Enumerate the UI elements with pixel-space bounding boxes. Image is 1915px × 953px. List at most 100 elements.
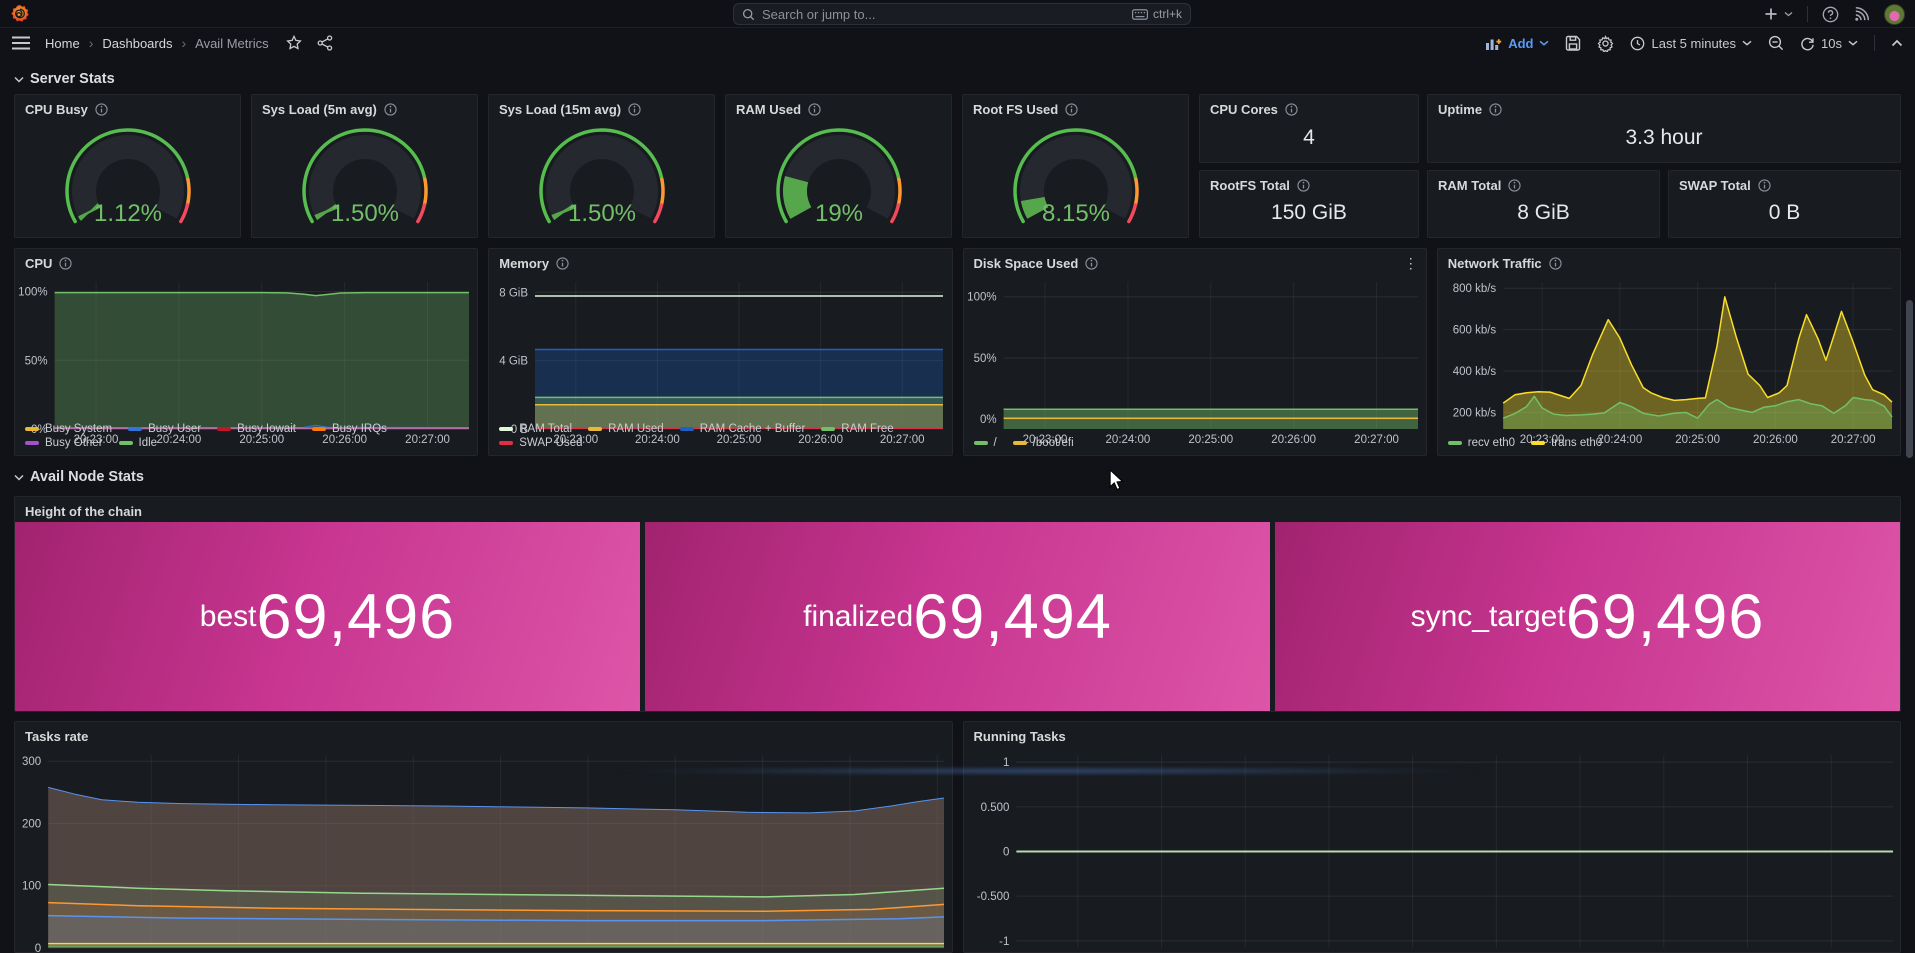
panel-ram-used[interactable]: RAM Used 19%: [725, 94, 952, 238]
scrollbar-thumb[interactable]: [1906, 300, 1913, 458]
stat-best[interactable]: best69,496: [15, 522, 640, 711]
legend-item[interactable]: Busy Iowait: [217, 423, 296, 435]
info-icon[interactable]: [59, 257, 72, 270]
info-icon[interactable]: [1489, 103, 1502, 116]
info-icon[interactable]: [1297, 179, 1310, 192]
stat-finalized[interactable]: finalized69,494: [645, 522, 1270, 711]
memory-chart[interactable]: 20:23:0020:24:0020:25:0020:26:0020:27:00…: [489, 274, 951, 422]
legend-item[interactable]: Busy System: [25, 423, 112, 435]
legend-item[interactable]: RAM Used: [588, 423, 664, 435]
panel-chain-height[interactable]: Height of the chain best69,496 finalized…: [14, 496, 1901, 712]
section-avail-node-stats[interactable]: Avail Node Stats: [0, 456, 1915, 492]
info-icon[interactable]: [1085, 257, 1098, 270]
legend-item[interactable]: /boot/efi: [1013, 437, 1074, 449]
legend-item[interactable]: Busy User: [128, 423, 201, 435]
panel-rootfs-total[interactable]: RootFS Total 150 GiB: [1199, 170, 1419, 239]
panel-title[interactable]: Sys Load (5m avg): [262, 102, 377, 117]
panel-title[interactable]: Memory: [499, 256, 549, 271]
panel-running-tasks[interactable]: Running Tasks 10.5000-0.500-1: [963, 721, 1902, 953]
panel-network-traffic[interactable]: Network Traffic 20:23:0020:24:0020:25:00…: [1437, 248, 1901, 456]
stat-sync-target[interactable]: sync_target69,496: [1275, 522, 1900, 711]
info-icon[interactable]: [95, 103, 108, 116]
collapse-up-icon[interactable]: [1891, 39, 1903, 47]
tasks-rate-chart[interactable]: 0100200300: [15, 747, 952, 952]
info-icon[interactable]: [628, 103, 641, 116]
user-avatar[interactable]: [1884, 4, 1905, 25]
panel-sys-load-15m[interactable]: Sys Load (15m avg) 1.50%: [488, 94, 715, 238]
help-icon[interactable]: [1822, 6, 1839, 23]
panel-title[interactable]: Sys Load (15m avg): [499, 102, 621, 117]
panel-title[interactable]: Tasks rate: [25, 729, 88, 744]
panel-title[interactable]: CPU: [25, 256, 52, 271]
panel-title[interactable]: Network Traffic: [1448, 256, 1542, 271]
cpu-chart[interactable]: 20:23:0020:24:0020:25:0020:26:0020:27:00…: [15, 274, 477, 422]
panel-title[interactable]: RAM Used: [736, 102, 801, 117]
save-icon[interactable]: [1565, 35, 1581, 51]
legend-item[interactable]: /: [974, 437, 997, 449]
panel-title[interactable]: Uptime: [1438, 102, 1482, 117]
panel-title[interactable]: SWAP Total: [1679, 178, 1751, 193]
info-icon[interactable]: [1758, 179, 1771, 192]
panel-root-fs-used[interactable]: Root FS Used 8.15%: [962, 94, 1189, 238]
legend-item[interactable]: SWAP Used: [499, 437, 582, 449]
panel-cpu-busy[interactable]: CPU Busy 1.12%: [14, 94, 241, 238]
zoom-out-icon[interactable]: [1768, 35, 1784, 51]
search-input[interactable]: Search or jump to... ctrl+k: [733, 3, 1191, 25]
new-button[interactable]: [1764, 7, 1793, 21]
section-server-stats[interactable]: Server Stats: [0, 58, 1915, 94]
panel-memory[interactable]: Memory 20:23:0020:24:0020:25:0020:26:002…: [488, 248, 952, 456]
panel-cpu[interactable]: CPU 20:23:0020:24:0020:25:0020:26:0020:2…: [14, 248, 478, 456]
info-icon[interactable]: [1065, 103, 1078, 116]
panel-title[interactable]: CPU Busy: [25, 102, 88, 117]
legend-swatch: [588, 427, 602, 431]
star-icon[interactable]: [286, 35, 302, 51]
panel-cpu-cores[interactable]: CPU Cores 4: [1199, 94, 1419, 163]
news-icon[interactable]: [1853, 6, 1870, 23]
info-icon[interactable]: [384, 103, 397, 116]
share-icon[interactable]: [317, 35, 333, 51]
legend-item[interactable]: RAM Free: [821, 423, 893, 435]
running-tasks-chart[interactable]: 10.5000-0.500-1: [964, 747, 1901, 952]
breadcrumb-home[interactable]: Home: [45, 36, 80, 51]
info-icon[interactable]: [808, 103, 821, 116]
info-icon[interactable]: [1549, 257, 1562, 270]
menu-icon[interactable]: [12, 36, 30, 50]
info-icon[interactable]: [1285, 103, 1298, 116]
panel-title[interactable]: RAM Total: [1438, 178, 1501, 193]
panel-swap-total[interactable]: SWAP Total 0 B: [1668, 170, 1901, 239]
legend-item[interactable]: RAM Cache + Buffer: [680, 423, 806, 435]
legend-item[interactable]: Idle: [119, 437, 158, 449]
panel-sys-load-5m[interactable]: Sys Load (5m avg) 1.50%: [251, 94, 478, 238]
y-axis-tick: 100%: [18, 287, 47, 299]
breadcrumb-dashboards[interactable]: Dashboards: [102, 36, 172, 51]
panel-menu-icon[interactable]: ⋮: [1404, 255, 1418, 272]
network-chart[interactable]: 20:23:0020:24:0020:25:0020:26:0020:27:00…: [1438, 274, 1900, 436]
stat-value: 69,496: [1566, 581, 1765, 653]
legend-item[interactable]: recv eth0: [1448, 437, 1515, 449]
chevron-down-icon: [1539, 40, 1549, 46]
info-icon[interactable]: [556, 257, 569, 270]
panel-title[interactable]: Root FS Used: [973, 102, 1058, 117]
settings-gear-icon[interactable]: [1597, 35, 1614, 52]
panel-title[interactable]: CPU Cores: [1210, 102, 1278, 117]
legend-item[interactable]: Busy IRQs: [312, 423, 387, 435]
info-icon[interactable]: [1508, 179, 1521, 192]
disk-chart[interactable]: 20:23:0020:24:0020:25:0020:26:0020:27:00…: [964, 274, 1426, 436]
legend-item[interactable]: Busy Other: [25, 437, 103, 449]
time-range-picker[interactable]: Last 5 minutes: [1630, 36, 1752, 51]
panel-title[interactable]: Height of the chain: [25, 504, 142, 519]
legend-item[interactable]: trans eth0: [1531, 437, 1602, 449]
panel-title[interactable]: Disk Space Used: [974, 256, 1079, 271]
panel-title[interactable]: Running Tasks: [974, 729, 1066, 744]
y-axis-tick: 1: [1002, 757, 1008, 769]
add-button[interactable]: Add: [1485, 36, 1549, 51]
panel-ram-total[interactable]: RAM Total 8 GiB: [1427, 170, 1660, 239]
panel-uptime[interactable]: Uptime 3.3 hour: [1427, 94, 1901, 163]
panel-title[interactable]: RootFS Total: [1210, 178, 1290, 193]
stat-value: 8 GiB: [1428, 196, 1659, 238]
refresh-picker[interactable]: 10s: [1800, 36, 1858, 51]
legend-item[interactable]: RAM Total: [499, 423, 572, 435]
panel-tasks-rate[interactable]: Tasks rate 0100200300: [14, 721, 953, 953]
panel-disk-space[interactable]: Disk Space Used ⋮ 20:23:0020:24:0020:25:…: [963, 248, 1427, 456]
grafana-logo-icon[interactable]: [10, 4, 30, 24]
